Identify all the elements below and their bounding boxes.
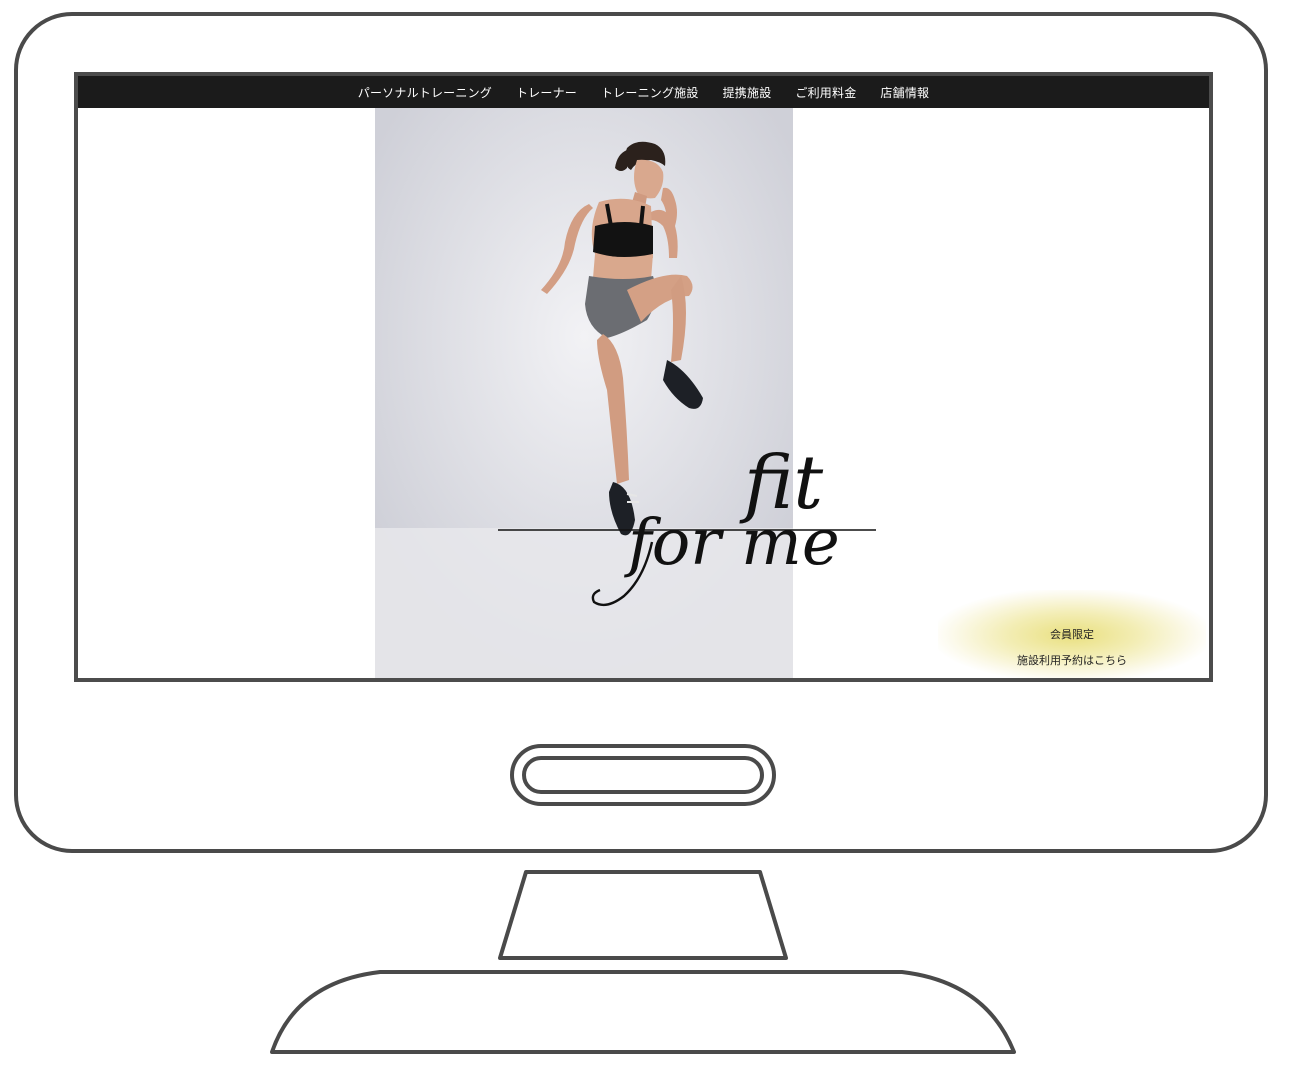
nav-item-trainer[interactable]: トレーナー: [516, 84, 577, 101]
member-reservation-button[interactable]: 会員限定 施設利用予約はこちら: [938, 590, 1206, 678]
nav-item-training-facility[interactable]: トレーニング施設: [601, 84, 699, 101]
nav-item-personal-training[interactable]: パーソナルトレーニング: [358, 84, 492, 101]
nav-item-partner-facility[interactable]: 提携施設: [723, 84, 772, 101]
nav-item-store-info[interactable]: 店舗情報: [880, 84, 929, 101]
stand-base-shape: [270, 970, 1016, 1054]
cta-reservation-label: 施設利用予約はこちら: [1017, 654, 1127, 667]
nav-item-pricing[interactable]: ご利用料金: [795, 84, 856, 101]
monitor-power-button-inner: [522, 756, 764, 794]
logo-text-for-me: for me: [624, 506, 840, 580]
monitor-screen: パーソナルトレーニング トレーナー トレーニング施設 提携施設 ご利用料金 店舗…: [74, 72, 1213, 682]
fit-for-me-logo: fit for me: [498, 446, 876, 607]
global-navigation: パーソナルトレーニング トレーナー トレーニング施設 提携施設 ご利用料金 店舗…: [78, 76, 1209, 108]
monitor-power-button: [510, 744, 776, 806]
website-viewport: パーソナルトレーニング トレーナー トレーニング施設 提携施設 ご利用料金 店舗…: [78, 76, 1209, 678]
cta-member-label: 会員限定: [1050, 628, 1094, 641]
stand-neck-shape: [498, 870, 788, 960]
